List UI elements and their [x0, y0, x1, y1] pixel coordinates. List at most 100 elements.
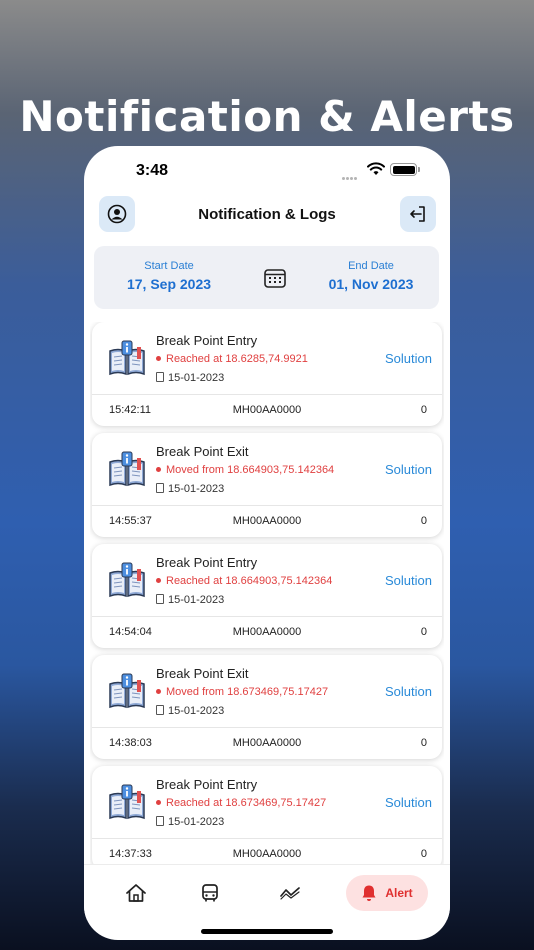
date-range-card: Start Date 17, Sep 2023 End Date 01, Nov…: [94, 246, 439, 309]
red-dot-icon: [156, 577, 161, 583]
notification-location: Reached at 18.664903,75.142364: [156, 575, 332, 587]
tab-alert[interactable]: Alert: [346, 875, 428, 911]
notification-time: 14:55:37: [109, 515, 152, 527]
notification-date-text: 15-01-2023: [168, 705, 225, 717]
notification-location: Reached at 18.673469,75.17427: [156, 797, 326, 809]
info-book-icon: [107, 672, 147, 712]
tab-bus[interactable]: [192, 875, 228, 911]
notification-title: Break Point Entry: [156, 777, 258, 792]
notification-count: 0: [420, 737, 427, 749]
document-icon: [156, 705, 164, 716]
notification-date: 15-01-2023: [156, 594, 224, 606]
red-dot-icon: [156, 355, 161, 361]
notification-location-text: Reached at 18.6285,74.9921: [166, 353, 308, 365]
notification-card-footer: MH00AA0000 15:42:11 0: [92, 395, 442, 426]
notification-title: Break Point Exit: [156, 666, 249, 681]
notification-time: 14:38:03: [109, 737, 152, 749]
solution-link[interactable]: Solution: [385, 795, 432, 810]
start-date-label: Start Date: [144, 260, 194, 272]
notification-date: 15-01-2023: [156, 372, 224, 384]
notification-location-text: Moved from 18.673469,75.17427: [166, 686, 329, 698]
notification-card-body: Break Point Entry Reached at 18.673469,7…: [92, 766, 442, 838]
notification-location-text: Reached at 18.673469,75.17427: [166, 797, 327, 809]
signal-dots-icon: [342, 167, 362, 180]
document-icon: [156, 816, 164, 827]
info-book-icon: [107, 783, 147, 823]
notification-card[interactable]: Break Point Exit Moved from 18.664903,75…: [92, 433, 442, 537]
notification-location-text: Reached at 18.664903,75.142364: [166, 575, 333, 587]
notification-card-footer: MH00AA0000 14:37:33 0: [92, 839, 442, 864]
notification-count: 0: [420, 848, 427, 860]
end-date-picker[interactable]: End Date 01, Nov 2023: [316, 260, 426, 292]
battery-icon: [390, 163, 420, 176]
notification-date: 15-01-2023: [156, 483, 224, 495]
notification-card-body: Break Point Entry Reached at 18.664903,7…: [92, 544, 442, 616]
notification-card-body: Break Point Entry Reached at 18.6285,74.…: [92, 322, 442, 394]
red-dot-icon: [156, 799, 161, 805]
home-indicator: [201, 929, 333, 934]
wifi-icon: [367, 162, 385, 175]
notification-date: 15-01-2023: [156, 816, 224, 828]
logout-icon: [410, 206, 425, 222]
document-icon: [156, 594, 164, 605]
notification-list[interactable]: Break Point Entry Reached at 18.6285,74.…: [90, 322, 444, 864]
calendar-icon[interactable]: [264, 268, 286, 288]
notification-card[interactable]: Break Point Entry Reached at 18.6285,74.…: [92, 322, 442, 426]
notification-date-text: 15-01-2023: [168, 372, 225, 384]
start-date-picker[interactable]: Start Date 17, Sep 2023: [114, 260, 224, 292]
notification-date-text: 15-01-2023: [168, 594, 225, 606]
notification-location: Reached at 18.6285,74.9921: [156, 353, 308, 365]
solution-link[interactable]: Solution: [385, 462, 432, 477]
notification-card-footer: MH00AA0000 14:54:04 0: [92, 617, 442, 648]
solution-link[interactable]: Solution: [385, 351, 432, 366]
info-book-icon: [107, 561, 147, 601]
tab-route[interactable]: [272, 875, 308, 911]
notification-count: 0: [420, 404, 427, 416]
notification-card[interactable]: Break Point Entry Reached at 18.673469,7…: [92, 766, 442, 864]
notification-card-body: Break Point Exit Moved from 18.664903,75…: [92, 433, 442, 505]
notification-card-body: Break Point Exit Moved from 18.673469,75…: [92, 655, 442, 727]
notification-date: 15-01-2023: [156, 705, 224, 717]
red-dot-icon: [156, 466, 161, 472]
header-bar: Notification & Logs: [84, 196, 450, 234]
logout-button[interactable]: [400, 196, 436, 232]
notification-time: 15:42:11: [109, 404, 152, 416]
notification-title: Break Point Entry: [156, 333, 258, 348]
solution-link[interactable]: Solution: [385, 684, 432, 699]
solution-link[interactable]: Solution: [385, 573, 432, 588]
home-icon: [126, 884, 146, 902]
status-time: 3:48: [136, 162, 169, 179]
phone-screen: 3:48 Notification & Logs Start Date 17, …: [84, 146, 450, 940]
notification-title: Break Point Exit: [156, 444, 249, 459]
notification-time: 14:54:04: [109, 626, 152, 638]
tab-bar: Alert: [84, 864, 450, 920]
notification-location-text: Moved from 18.664903,75.142364: [166, 464, 335, 476]
bell-icon: [362, 885, 376, 901]
end-date-value: 01, Nov 2023: [328, 276, 414, 292]
page-title: Notification & Logs: [198, 206, 336, 223]
notification-title: Break Point Entry: [156, 555, 258, 570]
notification-location: Moved from 18.673469,75.17427: [156, 686, 328, 698]
tab-alert-label: Alert: [385, 886, 413, 900]
notification-time: 14:37:33: [109, 848, 152, 860]
document-icon: [156, 372, 164, 383]
info-book-icon: [107, 450, 147, 490]
notification-card[interactable]: Break Point Entry Reached at 18.664903,7…: [92, 544, 442, 648]
promo-title: Notification & Alerts: [19, 92, 515, 141]
notification-date-text: 15-01-2023: [168, 483, 225, 495]
notification-count: 0: [420, 626, 427, 638]
notification-date-text: 15-01-2023: [168, 816, 225, 828]
notification-count: 0: [420, 515, 427, 527]
status-bar: 3:48: [84, 146, 450, 190]
notification-card-footer: MH00AA0000 14:55:37 0: [92, 506, 442, 537]
end-date-label: End Date: [348, 260, 394, 272]
document-icon: [156, 483, 164, 494]
notification-location: Moved from 18.664903,75.142364: [156, 464, 334, 476]
notification-card[interactable]: Break Point Exit Moved from 18.673469,75…: [92, 655, 442, 759]
bus-icon: [202, 884, 218, 902]
tab-home[interactable]: [118, 875, 154, 911]
route-icon: [280, 887, 300, 900]
red-dot-icon: [156, 688, 161, 694]
info-book-icon: [107, 339, 147, 379]
notification-card-footer: MH00AA0000 14:38:03 0: [92, 728, 442, 759]
